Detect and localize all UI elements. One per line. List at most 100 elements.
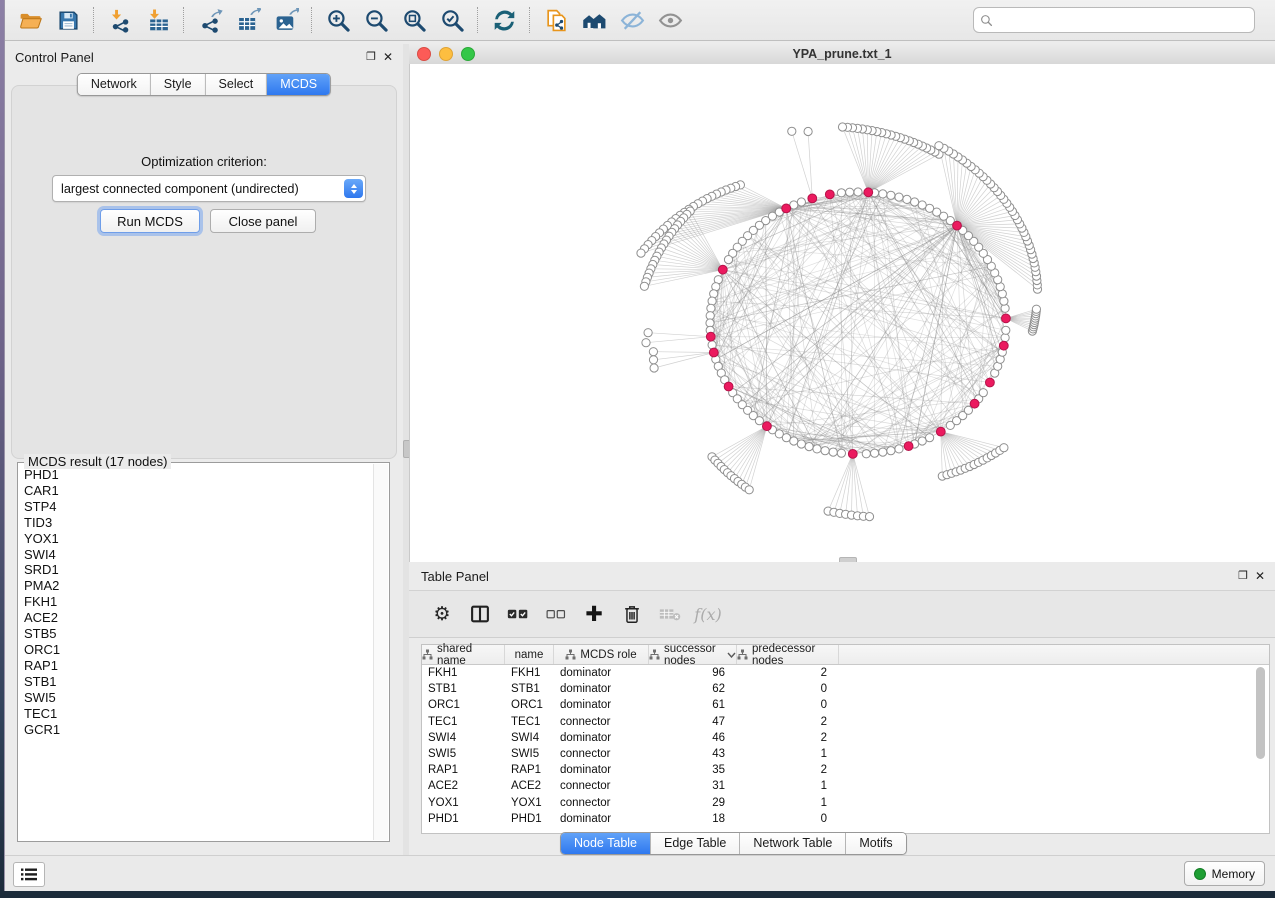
cell-shared_name: SWI5 [422,748,505,760]
memory-status-icon [1194,868,1206,880]
import-table-icon[interactable] [141,4,175,36]
zoom-selected-icon[interactable] [435,4,469,36]
tab-network[interactable]: Network [78,74,150,95]
mcds-result-item[interactable]: PHD1 [20,467,373,483]
table-row-fkh1[interactable]: FKH1FKH1dominator962 [422,665,1269,681]
hide-selected-icon[interactable] [615,4,649,36]
mcds-scrollbar[interactable] [373,464,388,840]
toolbar-separator [183,7,185,33]
deselect-all-rows-icon[interactable] [541,599,571,629]
close-panel-icon[interactable]: ✕ [383,52,393,63]
mcds-result-item[interactable]: STB5 [20,626,373,642]
search-box[interactable] [973,7,1255,33]
run-mcds-button[interactable]: Run MCDS [100,209,200,233]
table-row-swi5[interactable]: SWI5SWI5connector431 [422,746,1269,762]
mcds-result-list: PHD1CAR1STP4TID3YOX1SWI4SRD1PMA2FKH1ACE2… [20,467,373,839]
mcds-result-item[interactable]: GCR1 [20,722,373,738]
export-image-icon[interactable] [269,4,303,36]
float-panel-icon[interactable]: ❐ [1238,571,1248,582]
cell-name: STB1 [505,683,554,695]
cell-shared_name: STB1 [422,683,505,695]
mcds-result-box: MCDS result (17 nodes) PHD1CAR1STP4TID3Y… [17,462,390,842]
network-column-icon [649,649,660,660]
tab-style[interactable]: Style [150,74,205,95]
table-row-tec1[interactable]: TEC1TEC1connector472 [422,714,1269,730]
tab-motifs[interactable]: Motifs [845,833,905,854]
tab-edge-table[interactable]: Edge Table [650,833,739,854]
search-icon [980,14,993,27]
tab-network-table[interactable]: Network Table [739,833,845,854]
cell-successor_nodes: 43 [649,748,737,760]
network-canvas[interactable] [409,64,1275,562]
cell-name: YOX1 [505,797,554,809]
column-header-mcds-role[interactable]: MCDS role [554,645,649,664]
optimization-criterion-label: Optimization criterion: [12,154,396,169]
tab-node-table[interactable]: Node Table [561,833,650,854]
mcds-result-item[interactable]: YOX1 [20,531,373,547]
zoom-fit-icon[interactable] [397,4,431,36]
mcds-result-item[interactable]: FKH1 [20,594,373,610]
select-all-rows-icon[interactable] [503,599,533,629]
copy-current-style-icon[interactable] [539,4,573,36]
tab-mcds[interactable]: MCDS [266,74,330,95]
node-table: shared namenameMCDS rolesuccessor nodesp… [421,644,1270,834]
close-panel-button[interactable]: Close panel [210,209,316,233]
mcds-result-item[interactable]: SWI4 [20,547,373,563]
search-input[interactable] [998,12,1248,28]
mcds-result-item[interactable]: TID3 [20,515,373,531]
mcds-result-item[interactable]: RAP1 [20,658,373,674]
table-row-stb1[interactable]: STB1STB1dominator620 [422,681,1269,697]
table-row-phd1[interactable]: PHD1PHD1dominator180 [422,811,1269,827]
equation-builder-icon: f(x) [693,599,723,629]
cell-name: SWI5 [505,748,554,760]
table-row-rap1[interactable]: RAP1RAP1dominator352 [422,762,1269,778]
show-all-icon[interactable] [653,4,687,36]
table-row-yox1[interactable]: YOX1YOX1connector291 [422,795,1269,811]
main-toolbar [5,0,1275,41]
refresh-view-icon[interactable] [487,4,521,36]
column-header-successor-nodes[interactable]: successor nodes [649,645,737,664]
import-network-icon[interactable] [103,4,137,36]
table-toolbar: ⚙ ✚ f(x) [409,590,1275,638]
cell-mcds_role: connector [554,797,649,809]
table-options-icon[interactable]: ⚙ [427,599,457,629]
mcds-result-item[interactable]: PMA2 [20,578,373,594]
cell-successor_nodes: 18 [649,813,737,825]
mcds-result-item[interactable]: ACE2 [20,610,373,626]
tab-select[interactable]: Select [205,74,267,95]
column-header-predecessor-nodes[interactable]: predecessor nodes [737,645,839,664]
export-network-icon[interactable] [193,4,227,36]
mcds-result-item[interactable]: STB1 [20,674,373,690]
table-row-ace2[interactable]: ACE2ACE2connector311 [422,778,1269,794]
column-header-name[interactable]: name [505,645,554,664]
cell-shared_name: YOX1 [422,797,505,809]
mcds-result-item[interactable]: STP4 [20,499,373,515]
first-neighbors-icon[interactable] [577,4,611,36]
zoom-in-icon[interactable] [321,4,355,36]
mcds-result-item[interactable]: SRD1 [20,562,373,578]
table-scrollbar-thumb[interactable] [1256,667,1265,759]
mcds-result-item[interactable]: CAR1 [20,483,373,499]
criterion-dropdown[interactable]: largest connected component (undirected) [52,175,366,202]
table-row-swi4[interactable]: SWI4SWI4dominator462 [422,730,1269,746]
table-row-orc1[interactable]: ORC1ORC1dominator610 [422,697,1269,713]
mcds-result-item[interactable]: ORC1 [20,642,373,658]
memory-button[interactable]: Memory [1184,861,1265,886]
control-panel-title: Control Panel [15,50,94,65]
show-columns-icon[interactable] [465,599,495,629]
table-panel-tabs: Node TableEdge TableNetwork TableMotifs [560,832,907,855]
open-file-icon[interactable] [13,4,47,36]
save-session-icon[interactable] [51,4,85,36]
export-table-icon[interactable] [231,4,265,36]
float-panel-icon[interactable]: ❐ [366,52,376,63]
zoom-out-icon[interactable] [359,4,393,36]
delete-columns-icon[interactable] [617,599,647,629]
table-scrollbar[interactable] [1255,667,1267,829]
cell-name: TEC1 [505,716,554,728]
mcds-result-item[interactable]: SWI5 [20,690,373,706]
task-history-button[interactable] [13,862,45,887]
close-panel-icon[interactable]: ✕ [1255,571,1265,582]
add-column-icon[interactable]: ✚ [579,599,609,629]
mcds-result-item[interactable]: TEC1 [20,706,373,722]
column-header-shared-name[interactable]: shared name [422,645,505,664]
